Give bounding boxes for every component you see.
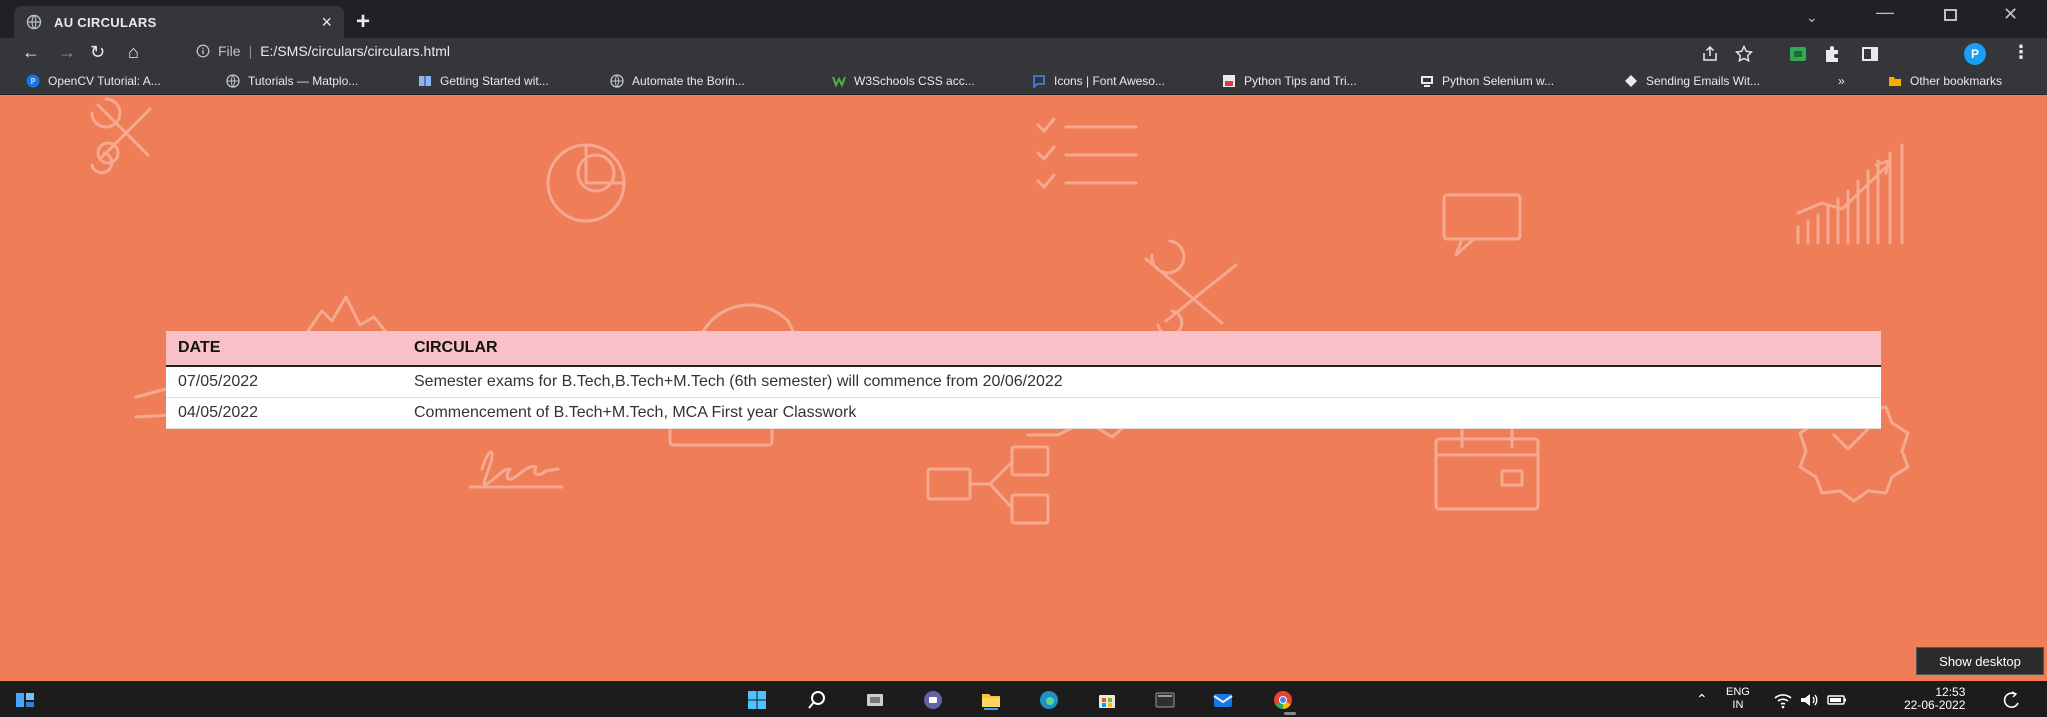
windows-start-icon[interactable] <box>746 689 768 711</box>
share-network-icon <box>926 445 1050 525</box>
checklist-icon <box>1036 117 1138 189</box>
bookmark-python-selenium[interactable]: Python Selenium w... <box>1420 74 1554 88</box>
cell-date: 04/05/2022 <box>166 397 402 429</box>
bookmark-sending-emails[interactable]: Sending Emails Wit... <box>1624 74 1760 88</box>
pie-chart-icon <box>546 143 626 223</box>
profile-avatar[interactable]: P <box>1964 43 1986 65</box>
w3schools-icon <box>832 76 846 88</box>
notifications-icon[interactable] <box>2000 689 2022 711</box>
chrome-active-indicator <box>1284 712 1296 715</box>
cell-circular: Commencement of B.Tech+M.Tech, MCA First… <box>402 397 1881 429</box>
language-indicator[interactable]: ENG IN <box>1726 686 1750 712</box>
tab-au-circulars[interactable]: AU CIRCULARS × <box>14 6 344 38</box>
side-panel-icon[interactable] <box>1860 44 1880 64</box>
language-region: IN <box>1732 699 1744 711</box>
browser-toolbar: ← → ↻ ⌂ File | E:/SMS/circulars/circular… <box>0 38 2047 70</box>
maximize-button[interactable] <box>1944 9 1957 21</box>
mail-icon[interactable] <box>1212 689 1234 711</box>
clock-date: 22-06-2022 <box>1904 698 1966 712</box>
share-icon[interactable] <box>1700 44 1720 64</box>
table-header-row: DATE CIRCULAR <box>166 331 1881 367</box>
file-explorer-icon[interactable] <box>980 689 1002 711</box>
bar-chart-icon <box>1796 143 1904 245</box>
page-content: DATE CIRCULAR 07/05/2022 Semester exams … <box>0 95 2047 681</box>
bookmark-font-awesome[interactable]: Icons | Font Aweso... <box>1032 74 1165 88</box>
globe-icon <box>610 74 624 88</box>
info-icon[interactable] <box>196 44 210 58</box>
globe-icon <box>26 14 42 30</box>
url-scheme: File <box>218 43 241 59</box>
table-row: 07/05/2022 Semester exams for B.Tech,B.T… <box>166 366 1881 398</box>
url-text[interactable]: E:/SMS/circulars/circulars.html <box>260 43 450 59</box>
header-circular: CIRCULAR <box>402 331 1881 367</box>
clock[interactable]: 12:53 22-06-2022 <box>1904 686 1965 712</box>
browser-menu-icon[interactable]: ⋮ <box>2012 42 2030 63</box>
extensions-puzzle-icon[interactable] <box>1822 44 1842 64</box>
show-desktop-tooltip: Show desktop <box>1916 647 2044 675</box>
tab-close-button[interactable]: × <box>321 12 332 33</box>
back-button[interactable]: ← <box>22 42 40 63</box>
other-bookmarks-folder[interactable]: Other bookmarks <box>1888 74 2002 88</box>
windows-taskbar: ⌃ ENG IN 12:53 22-06-2022 <box>0 681 2047 717</box>
bookmark-python-tips[interactable]: Python Tips and Tri... <box>1222 74 1357 88</box>
cell-date: 07/05/2022 <box>166 366 402 398</box>
tray-overflow-icon[interactable]: ⌃ <box>1696 691 1708 708</box>
header-date: DATE <box>166 331 402 367</box>
bookmark-matplotlib[interactable]: Tutorials — Matplo... <box>226 74 358 88</box>
browser-titlebar: AU CIRCULARS × + ⌄ — ✕ <box>0 0 2047 38</box>
book-icon <box>419 76 431 86</box>
microsoft-store-icon[interactable] <box>1096 689 1118 711</box>
language-code: ENG <box>1726 686 1750 698</box>
opencv-icon: P <box>26 74 40 88</box>
extension-green-icon[interactable] <box>1788 44 1808 64</box>
bookmark-getting-started[interactable]: Getting Started wit... <box>418 74 549 88</box>
signature-icon <box>468 450 564 489</box>
home-button[interactable]: ⌂ <box>128 42 139 63</box>
search-icon[interactable] <box>806 689 828 711</box>
bookmarks-bar: P OpenCV Tutorial: A... Tutorials — Matp… <box>0 70 2047 94</box>
speech-bubble-icon <box>1442 193 1522 257</box>
close-window-button[interactable]: ✕ <box>2003 4 2018 25</box>
bookmark-automate[interactable]: Automate the Borin... <box>610 74 745 88</box>
url-separator: | <box>248 43 253 59</box>
wifi-icon[interactable] <box>1772 689 1794 711</box>
terminal-icon[interactable] <box>1154 689 1176 711</box>
chrome-icon[interactable] <box>1272 689 1294 711</box>
flag-icon <box>1033 75 1045 88</box>
minimize-button[interactable]: — <box>1876 2 1894 23</box>
tools-icon <box>90 97 152 175</box>
monitor-icon <box>1421 76 1433 87</box>
reload-button[interactable]: ↻ <box>90 42 105 63</box>
bookmark-star-icon[interactable] <box>1734 44 1754 64</box>
volume-icon[interactable] <box>1798 689 1820 711</box>
circulars-table: DATE CIRCULAR 07/05/2022 Semester exams … <box>166 331 1881 429</box>
folder-icon <box>1889 77 1901 86</box>
calendar-icon <box>1434 425 1540 511</box>
widgets-icon[interactable] <box>14 689 36 711</box>
new-tab-button[interactable]: + <box>356 8 370 36</box>
address-bar[interactable]: File | E:/SMS/circulars/circulars.html <box>196 43 450 59</box>
teams-chat-icon[interactable] <box>922 689 944 711</box>
cell-circular: Semester exams for B.Tech,B.Tech+M.Tech … <box>402 366 1881 398</box>
forward-button[interactable]: → <box>58 42 76 63</box>
edge-browser-icon[interactable] <box>1038 689 1060 711</box>
table-row: 04/05/2022 Commencement of B.Tech+M.Tech… <box>166 397 1881 429</box>
svg-text:P: P <box>31 77 36 86</box>
diamond-icon <box>1625 75 1637 87</box>
battery-icon[interactable] <box>1826 689 1848 711</box>
tab-title: AU CIRCULARS <box>54 14 157 30</box>
tab-search-chevron-icon[interactable]: ⌄ <box>1806 9 1818 26</box>
tools-icon <box>1144 239 1238 337</box>
bookmarks-overflow-button[interactable]: » <box>1838 74 1845 88</box>
task-view-icon[interactable] <box>864 689 886 711</box>
bookmark-w3schools[interactable]: W3Schools CSS acc... <box>832 74 975 88</box>
bookmark-opencv[interactable]: P OpenCV Tutorial: A... <box>26 74 161 88</box>
globe-icon <box>226 74 240 88</box>
python-tips-icon <box>1223 75 1235 87</box>
